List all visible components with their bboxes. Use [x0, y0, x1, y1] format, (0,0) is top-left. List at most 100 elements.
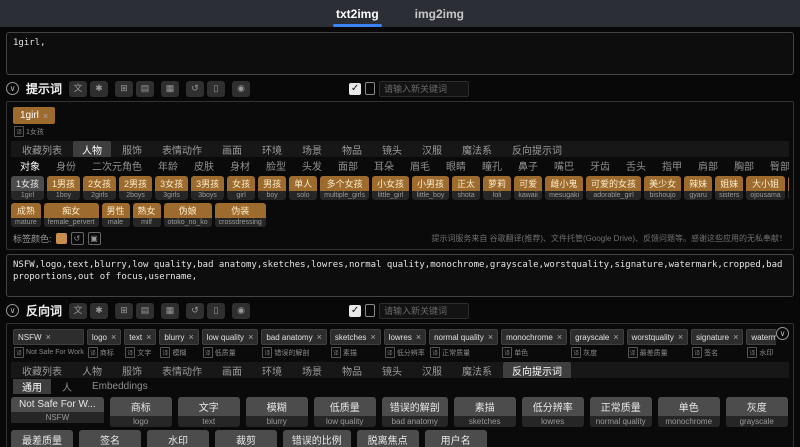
- tag-button[interactable]: 用户名 username: [424, 430, 487, 447]
- tag-button[interactable]: 文字 text: [177, 397, 240, 427]
- tag-button[interactable]: 男性 male: [101, 203, 130, 227]
- tag-button[interactable]: 2女孩 2girls: [83, 176, 117, 200]
- new-keyword-input[interactable]: [379, 80, 470, 97]
- remove-chip-icon[interactable]: ×: [43, 111, 48, 121]
- tag-button[interactable]: 低分辨率 lowres: [521, 397, 584, 427]
- tag-button[interactable]: 最差质量 worstquality: [11, 430, 73, 447]
- remove-chip-icon[interactable]: ×: [111, 332, 116, 342]
- tag-button[interactable]: 1女孩 1girl: [11, 176, 45, 200]
- subcategory-tab[interactable]: 脸型: [259, 158, 293, 173]
- remove-chip-icon[interactable]: ×: [46, 332, 51, 342]
- trash-icon[interactable]: ▯: [207, 302, 226, 319]
- prompt-chip[interactable]: bad anatomy ×: [261, 329, 327, 345]
- reset-color-icon[interactable]: ↺: [70, 232, 84, 245]
- category-tab[interactable]: 收藏列表: [13, 362, 71, 378]
- history-icon[interactable]: ↺: [186, 80, 205, 97]
- tag-button[interactable]: 签名 signature: [79, 430, 141, 447]
- remove-chip-icon[interactable]: ×: [188, 332, 193, 342]
- subcategory-tab[interactable]: 身份: [49, 158, 83, 173]
- subcategory-tab[interactable]: 头发: [295, 158, 329, 173]
- category-tab[interactable]: 汉服: [413, 141, 451, 157]
- tag-button[interactable]: 痴女 female_pervert: [43, 203, 99, 227]
- collapse-chips-icon[interactable]: ∨: [776, 327, 789, 340]
- copy-icon[interactable]: ⊞: [115, 302, 134, 319]
- subcategory-tab[interactable]: 皮肤: [187, 158, 221, 173]
- tag-button[interactable]: 正太 shota: [452, 176, 481, 200]
- tag-button[interactable]: 伪娘 otoko_no_ko: [163, 203, 212, 227]
- history-icon[interactable]: ↺: [186, 302, 205, 319]
- tag-button[interactable]: 模糊 blurry: [245, 397, 308, 427]
- tag-button[interactable]: 姐妹 sisters: [715, 176, 744, 200]
- prompt-chip[interactable]: blurry ×: [159, 329, 199, 345]
- category-tab[interactable]: 表情动作: [153, 362, 211, 378]
- subcategory-tab[interactable]: Embeddings: [83, 380, 157, 393]
- prompt-chip[interactable]: sketches ×: [329, 329, 381, 345]
- category-tab[interactable]: 人物: [73, 362, 111, 378]
- prompt-chip[interactable]: worstquality ×: [626, 329, 689, 345]
- category-tab[interactable]: 魔法系: [453, 362, 501, 378]
- prompt-chip[interactable]: monochrome ×: [501, 329, 568, 345]
- subcategory-tab[interactable]: 面部: [331, 158, 365, 173]
- panel-toggle-icon[interactable]: [365, 82, 376, 95]
- category-tab[interactable]: 汉服: [413, 362, 451, 378]
- category-tab[interactable]: 镜头: [373, 362, 411, 378]
- trash-icon[interactable]: ▯: [207, 80, 226, 97]
- category-tab[interactable]: 场景: [293, 141, 331, 157]
- tag-button[interactable]: 水印 watermark: [147, 430, 209, 447]
- remove-chip-icon[interactable]: ×: [370, 332, 375, 342]
- subcategory-tab[interactable]: 身材: [223, 158, 257, 173]
- tag-button[interactable]: 女性 female: [787, 176, 789, 200]
- tag-button[interactable]: 低质量 low quality: [313, 397, 376, 427]
- subcategory-tab[interactable]: 舌头: [619, 158, 653, 173]
- tag-button[interactable]: 大小姐 ojousama: [746, 176, 785, 200]
- remove-chip-icon[interactable]: ×: [146, 332, 151, 342]
- mode-tab[interactable]: txt2img: [332, 2, 382, 27]
- subcategory-tab[interactable]: 二次元角色: [85, 158, 149, 173]
- translate-icon[interactable]: 文: [69, 80, 88, 97]
- tag-button[interactable]: 裁剪 cropped: [215, 430, 277, 447]
- prompt-chip[interactable]: normal quality ×: [429, 329, 499, 345]
- collapse-section-icon[interactable]: ∨: [6, 304, 19, 317]
- category-tab[interactable]: 物品: [333, 362, 371, 378]
- category-tab[interactable]: 镜头: [373, 141, 411, 157]
- remove-chip-icon[interactable]: ×: [488, 332, 493, 342]
- auto-translate-checkbox[interactable]: ✓: [349, 82, 362, 95]
- tag-button[interactable]: 脱离焦点 out of focus: [356, 430, 419, 447]
- tag-button[interactable]: 错误的解剖 bad anatomy: [381, 397, 448, 427]
- prompt-chip[interactable]: grayscale ×: [570, 329, 624, 345]
- clipboard-icon[interactable]: ▣: [87, 232, 101, 245]
- subcategory-tab[interactable]: 眉毛: [403, 158, 437, 173]
- save-icon[interactable]: ▤: [136, 302, 155, 319]
- mode-tab[interactable]: img2img: [412, 2, 467, 27]
- prompt-chip[interactable]: logo ×: [86, 329, 122, 345]
- subcategory-tab[interactable]: 对象: [13, 158, 47, 173]
- copy-icon[interactable]: ⊞: [115, 80, 134, 97]
- tag-color-swatch[interactable]: [55, 233, 67, 244]
- tag-button[interactable]: 多个女孩 multiple_girls: [320, 176, 369, 200]
- auto-translate-checkbox[interactable]: ✓: [349, 304, 362, 317]
- save-icon[interactable]: ▤: [136, 80, 155, 97]
- panel-toggle-icon[interactable]: [365, 304, 376, 317]
- remove-chip-icon[interactable]: ×: [416, 332, 421, 342]
- tag-button[interactable]: 小女孩 little_girl: [372, 176, 410, 200]
- subcategory-tab[interactable]: 臀部: [763, 158, 789, 173]
- tag-button[interactable]: 单色 monochrome: [657, 397, 720, 427]
- remove-chip-icon[interactable]: ×: [678, 332, 683, 342]
- category-tab[interactable]: 画面: [213, 141, 251, 157]
- tag-button[interactable]: 3男孩 3boys: [191, 176, 225, 200]
- remove-chip-icon[interactable]: ×: [248, 332, 253, 342]
- negative-prompt-textarea[interactable]: NSFW,logo,text,blurry,low quality,bad an…: [6, 254, 794, 297]
- tag-button[interactable]: 素描 sketches: [453, 397, 516, 427]
- tag-button[interactable]: 男孩 boy: [258, 176, 287, 200]
- tag-button[interactable]: 小男孩 little_boy: [412, 176, 450, 200]
- settings-icon[interactable]: ✱: [90, 302, 109, 319]
- api-icon[interactable]: ◉: [232, 302, 251, 319]
- tag-button[interactable]: 正常质量 normal quality: [589, 397, 652, 427]
- subcategory-tab[interactable]: 肩部: [691, 158, 725, 173]
- category-tab[interactable]: 场景: [293, 362, 331, 378]
- tag-button[interactable]: 雌小鬼 mesugaki: [545, 176, 584, 200]
- translate-icon[interactable]: 文: [69, 302, 88, 319]
- prompt-chip[interactable]: lowres ×: [383, 329, 427, 345]
- prompt-chip[interactable]: 1girl ×: [13, 107, 56, 124]
- tag-button[interactable]: 成熟 mature: [11, 203, 41, 227]
